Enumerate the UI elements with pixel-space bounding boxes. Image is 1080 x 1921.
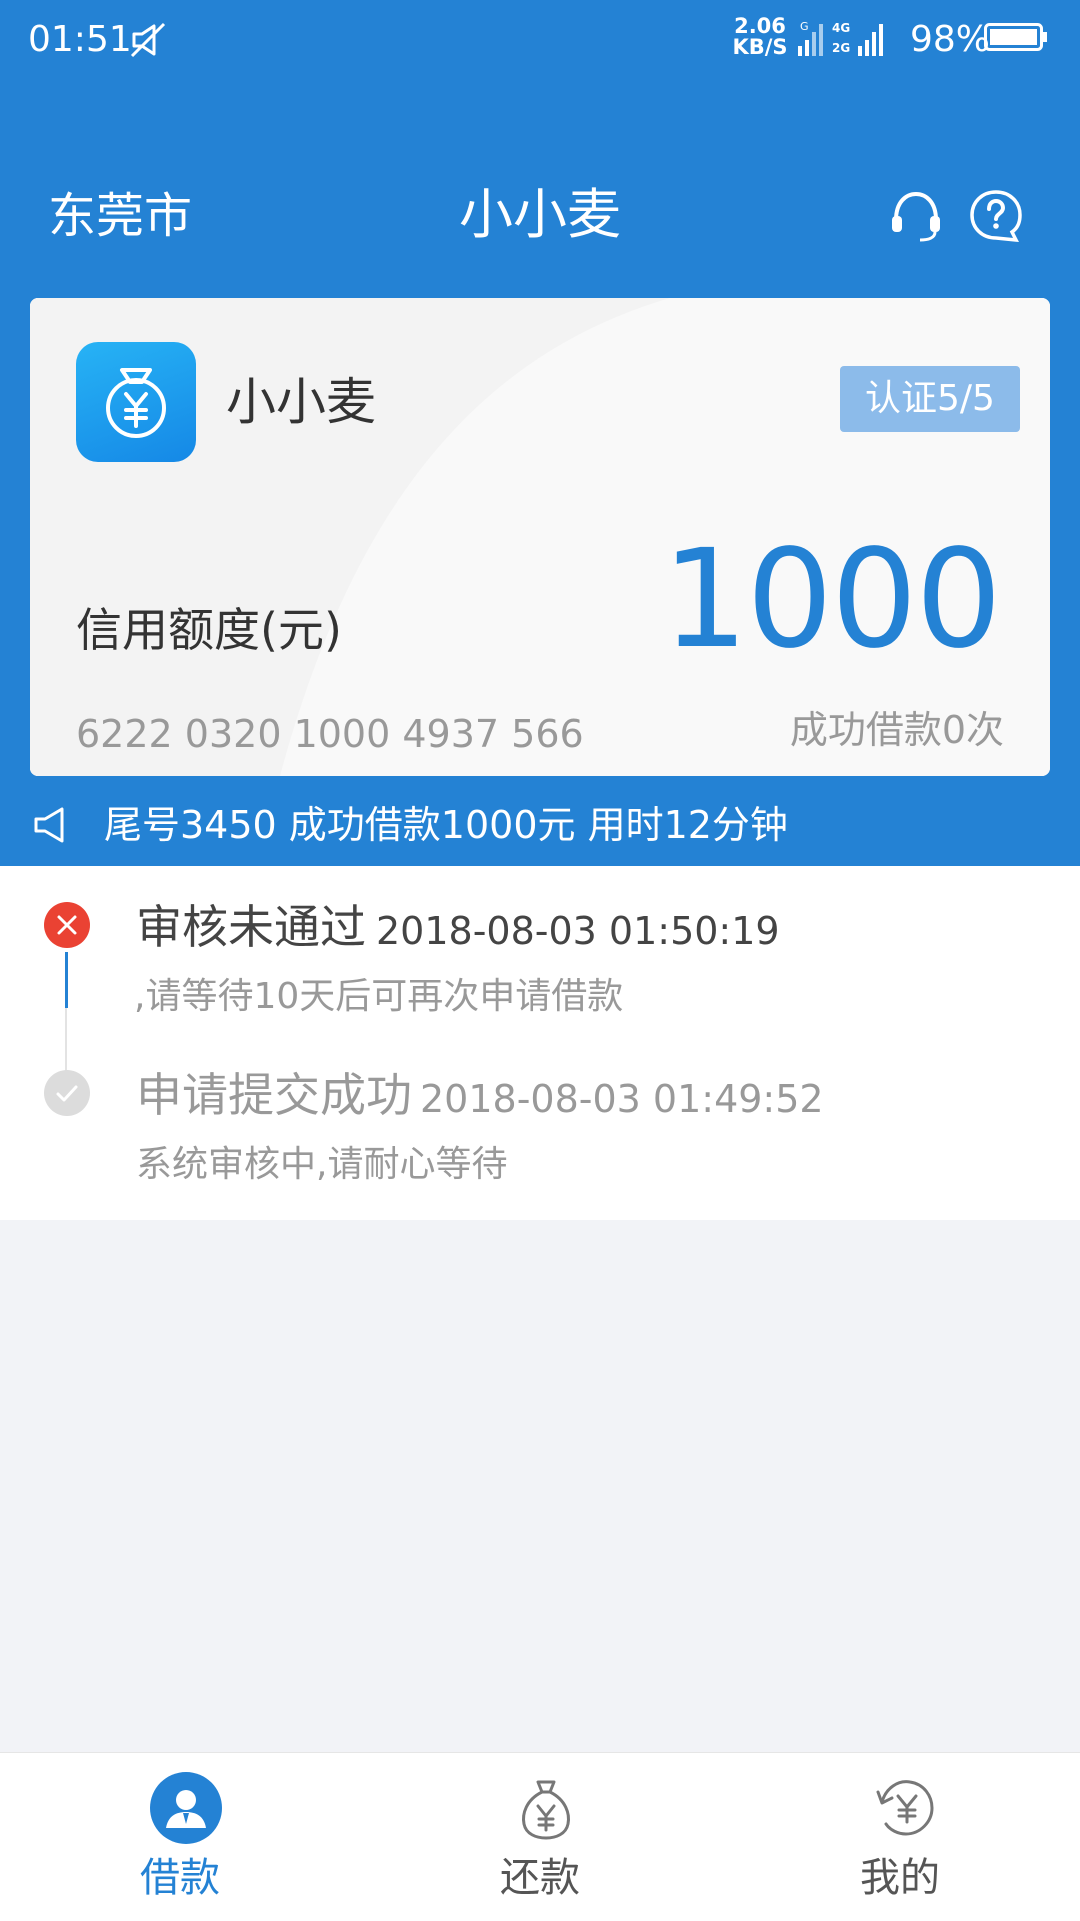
app-logo — [76, 342, 196, 462]
timeline-time: 2018-08-03 01:49:52 — [420, 1077, 824, 1121]
help-icon[interactable] — [968, 188, 1024, 244]
speaker-icon — [34, 807, 64, 843]
borrow-user-icon — [150, 1772, 222, 1844]
credit-limit-label: 信用额度(元) — [76, 603, 342, 657]
timeline-connector — [65, 1008, 67, 1072]
card-app-name: 小小麦 — [226, 373, 376, 431]
tab-repay-label: 还款 — [500, 1855, 580, 1901]
tab-repay[interactable]: 还款 — [360, 1752, 720, 1920]
timeline-time: 2018-08-03 01:50:19 — [376, 909, 780, 953]
timeline-status: 申请提交成功 — [136, 1068, 412, 1122]
success-loan-count: 成功借款0次 — [789, 708, 1004, 752]
tab-mine-label: 我的 — [860, 1855, 940, 1901]
tab-mine[interactable]: 我的 — [720, 1752, 1080, 1920]
timeline-status: 审核未通过 — [136, 900, 366, 954]
timeline-note: ,请等待10天后可再次申请借款 — [134, 976, 624, 1017]
check-icon — [44, 1070, 90, 1116]
svg-text:2G: 2G — [832, 41, 850, 55]
certification-label: 认证5/5 — [865, 378, 995, 419]
credit-limit-amount: 1000 — [661, 521, 1002, 679]
timeline-connector — [65, 952, 68, 1008]
headset-icon[interactable] — [888, 188, 944, 244]
refresh-yuan-icon — [876, 1780, 934, 1836]
svg-text:4G: 4G — [832, 21, 850, 35]
timeline-note: 系统审核中,请耐心等待 — [136, 1144, 508, 1185]
money-bag-icon — [106, 368, 166, 438]
mute-icon — [130, 22, 166, 58]
status-time: 01:51 — [28, 19, 132, 60]
money-bag-icon — [522, 1780, 570, 1840]
svg-text:G: G — [800, 20, 809, 33]
failed-status-icon — [44, 902, 90, 948]
notice-text: 尾号3450 成功借款1000元 用时12分钟 — [104, 803, 788, 847]
tab-borrow[interactable]: 借款 — [0, 1752, 360, 1920]
card-number: 6222 0320 1000 4937 566 — [76, 712, 584, 756]
battery-percent: 98% — [910, 19, 991, 60]
network-speed: 2.06 KB/S — [732, 14, 788, 59]
certification-button[interactable]: 认证5/5 — [840, 366, 1020, 432]
signal-icon: G 4G 2G — [798, 20, 883, 56]
tab-borrow-label: 借款 — [140, 1855, 220, 1901]
battery-icon — [984, 23, 1047, 51]
